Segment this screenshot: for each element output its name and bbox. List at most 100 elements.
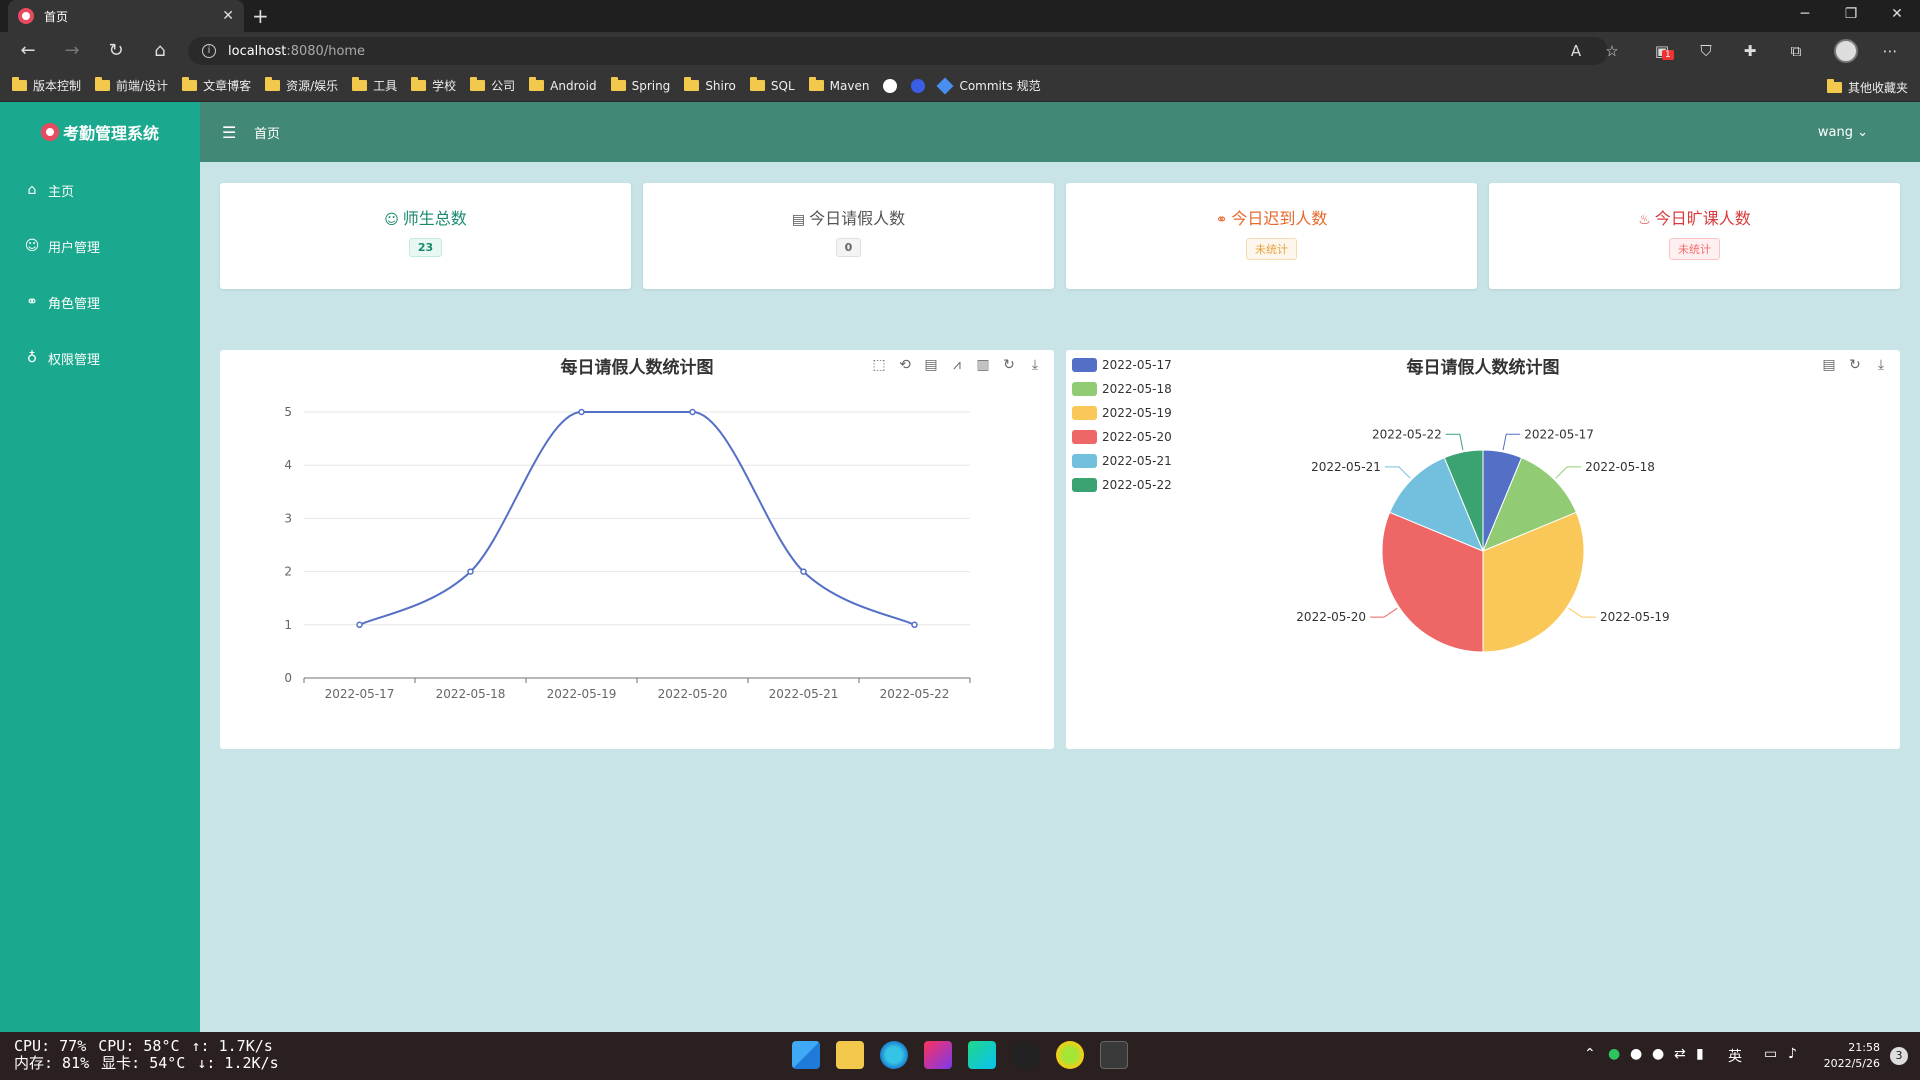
brand[interactable]: 考勤管理系统 [0,102,200,162]
bookmark-folder[interactable]: Maven [808,77,869,93]
qq-tray-icon[interactable]: ● [1630,1046,1642,1062]
browser-tab[interactable]: 首页 ✕ [8,0,244,32]
google-bookmark-icon[interactable] [883,78,898,93]
chevron-down-icon: ⌄ [1857,124,1868,140]
legend-item[interactable]: 2022-05-22 [1072,473,1172,497]
sidebar-item-permissions[interactable]: ♁ 权限管理 [0,330,200,386]
new-tab-button[interactable]: + [252,4,269,28]
url-bar[interactable]: i localhost:8080/home [188,37,1608,65]
sidebar-item-home[interactable]: ⌂ 主页 [0,162,200,218]
bookmark-folder[interactable]: 公司 [470,77,515,94]
site-info-icon[interactable]: i [202,44,216,58]
stat-title: ♨ 今日旷课人数 [1489,205,1900,229]
bar-type-icon[interactable]: ▥ [970,354,996,376]
window-close-icon[interactable]: ✕ [1882,6,1912,22]
restore-icon[interactable]: ↻ [996,354,1022,376]
folder-icon [411,77,427,91]
tab-title: 首页 [44,9,69,24]
slice-label: 2022-05-21 [1311,460,1381,474]
browser-tab-strip: 首页 ✕ + ─ ❐ ✕ [0,0,1920,32]
bookmark-folder[interactable]: 文章博客 [182,77,251,94]
menu-toggle-icon[interactable]: ☰ [222,123,240,142]
qq-tray-icon[interactable]: ● [1652,1046,1664,1062]
bookmark-folder[interactable]: 学校 [411,77,456,94]
line-type-icon[interactable]: ⩘ [944,354,970,376]
bookmark-folder[interactable]: Android [529,77,597,93]
app-icon[interactable] [1056,1041,1084,1069]
bookmark-folder[interactable]: Spring [610,77,670,93]
qq-icon[interactable] [1012,1041,1040,1069]
bookmark-folder[interactable]: 资源/娱乐 [265,77,338,94]
forward-icon[interactable]: → [60,40,84,62]
zoom-reset-icon[interactable]: ⟲ [892,354,918,376]
bookmark-folder[interactable]: 版本控制 [12,77,81,94]
download-icon[interactable]: ⤓ [1868,354,1894,376]
web-bookmark-icon[interactable] [911,78,926,93]
favorite-star-icon[interactable]: ☆ [1602,41,1622,61]
start-icon[interactable] [792,1041,820,1069]
collections-icon[interactable]: ⧉ [1786,41,1806,61]
data-view-icon[interactable]: ▤ [1816,354,1842,376]
home-browser-icon[interactable]: ⌂ [148,40,172,62]
volume-icon[interactable]: ♪ [1788,1046,1797,1062]
close-tab-icon[interactable]: ✕ [222,8,234,24]
legend-item[interactable]: 2022-05-17 [1072,353,1172,377]
bookmark-label: 文章博客 [203,79,252,93]
document-icon: ▤ [791,212,806,228]
bookmark-folder[interactable]: 前端/设计 [95,77,168,94]
intellij-icon[interactable] [924,1041,952,1069]
stat-title: ⚭ 今日迟到人数 [1066,205,1477,229]
legend-label: 2022-05-17 [1102,358,1172,372]
legend-item[interactable]: 2022-05-18 [1072,377,1172,401]
legend-item[interactable]: 2022-05-20 [1072,425,1172,449]
webstorm-icon[interactable] [968,1041,996,1069]
data-point [578,408,585,416]
refresh-icon[interactable]: ↻ [104,40,128,62]
restore-icon[interactable]: ↻ [1842,354,1868,376]
data-view-icon[interactable]: ▤ [918,354,944,376]
extension-badge: 1 [1662,50,1674,60]
file-explorer-icon[interactable] [836,1041,864,1069]
restore-icon[interactable]: ❐ [1836,6,1866,22]
legend-swatch [1072,454,1097,468]
minimize-icon[interactable]: ─ [1790,6,1820,22]
notification-badge[interactable]: 3 [1890,1047,1908,1065]
network-icon[interactable]: ▭ [1764,1046,1777,1062]
more-menu-icon[interactable]: ⋯ [1880,41,1900,61]
signal-icon[interactable]: ▮ [1696,1046,1704,1062]
download-icon[interactable]: ⤓ [1022,354,1048,376]
edge-icon[interactable] [880,1041,908,1069]
back-icon[interactable]: ← [16,40,40,62]
profile-avatar[interactable] [1834,39,1858,63]
bookmark-folder[interactable]: Shiro [684,77,736,93]
system-clock[interactable]: 21:58 2022/5/26 [1824,1040,1880,1072]
bookmark-commits[interactable]: Commits 规范 [936,77,1041,94]
ime-indicator[interactable]: 英 [1728,1046,1742,1066]
bookmark-folder[interactable]: 工具 [352,77,397,94]
wechat-icon[interactable]: ● [1608,1046,1620,1062]
link-icon: ⚭ [1215,212,1228,228]
breadcrumb[interactable]: 首页 [254,123,280,142]
zoom-icon[interactable]: ⬚ [866,354,892,376]
slice-label: 2022-05-18 [1585,460,1655,474]
shield-extension-icon[interactable]: ⛉ [1696,41,1716,61]
x-tick-label: 2022-05-18 [436,687,506,701]
bookmark-folder[interactable]: SQL [749,77,795,93]
slice-label: 2022-05-17 [1524,427,1594,441]
terminal-icon[interactable] [1100,1041,1128,1069]
read-aloud-icon[interactable]: A [1566,41,1586,61]
other-bookmarks[interactable]: 其他收藏夹 [1826,79,1908,96]
sidebar-item-roles[interactable]: ⚭ 角色管理 [0,274,200,330]
legend-item[interactable]: 2022-05-21 [1072,449,1172,473]
extensions-puzzle-icon[interactable]: ✚ [1740,41,1760,61]
tray-expand-icon[interactable]: ⌃ [1584,1046,1596,1062]
legend-item[interactable]: 2022-05-19 [1072,401,1172,425]
sync-icon[interactable]: ⇄ [1674,1046,1686,1062]
folder-icon [808,77,824,91]
stat-card-absent: ♨ 今日旷课人数 未统计 [1489,183,1900,289]
sidebar-item-users[interactable]: ☺ 用户管理 [0,218,200,274]
legend-label: 2022-05-18 [1102,382,1172,396]
slice-label: 2022-05-20 [1296,610,1366,624]
stat-title: ▤ 今日请假人数 [643,205,1054,229]
user-dropdown[interactable]: wang ⌄ [1818,125,1868,140]
